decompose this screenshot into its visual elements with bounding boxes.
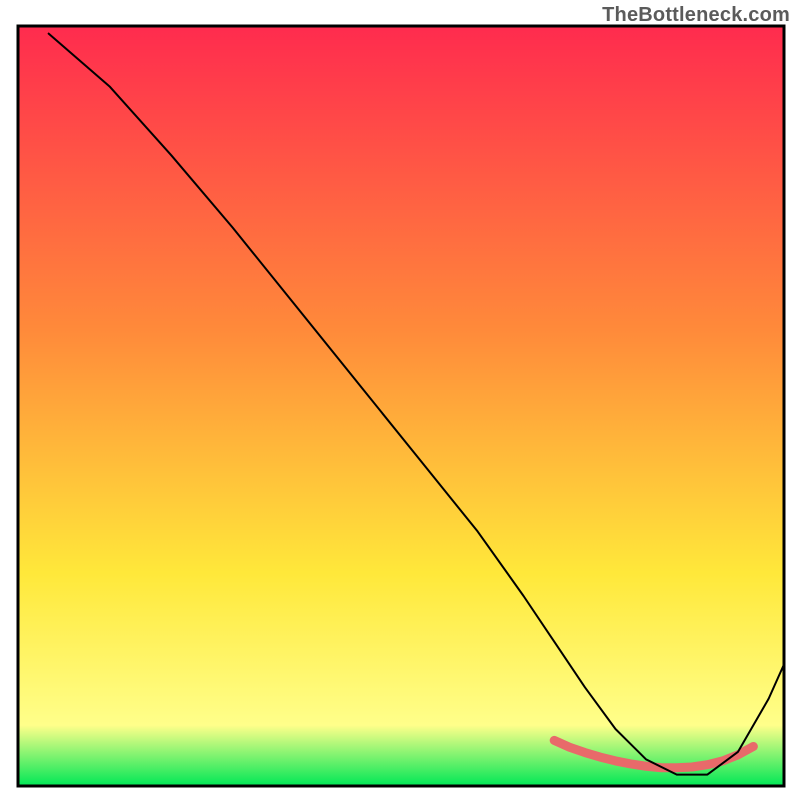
bottleneck-chart <box>0 0 800 800</box>
plot-background-gradient <box>18 26 784 786</box>
chart-container: TheBottleneck.com <box>0 0 800 800</box>
attribution-text: TheBottleneck.com <box>602 4 790 27</box>
